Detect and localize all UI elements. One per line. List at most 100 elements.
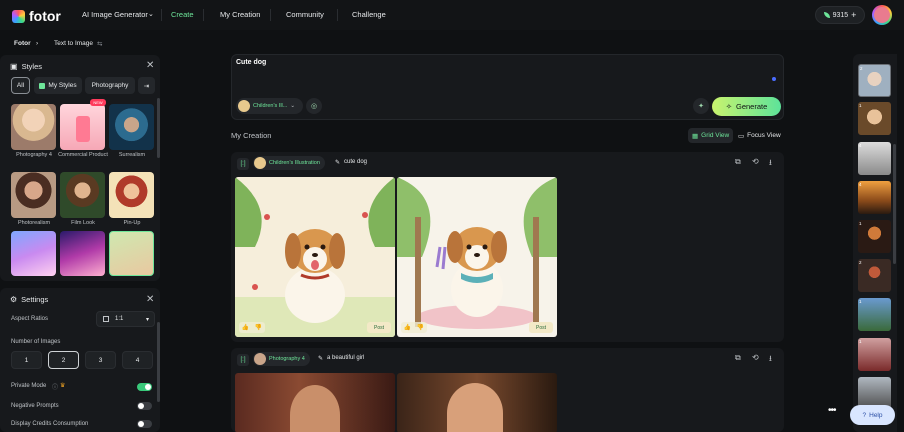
history-thumb[interactable]: 2 — [858, 64, 891, 97]
focus-view-label: Focus View — [747, 132, 781, 139]
settings-scrollbar[interactable] — [157, 322, 160, 402]
style-tag[interactable]: Photography 4 — [253, 352, 310, 366]
history-thumb[interactable]: 1 — [858, 220, 891, 253]
nav-my-creation[interactable]: My Creation — [220, 10, 260, 19]
style-tag[interactable]: Children's Illustration — [253, 156, 325, 170]
creation-card: [:] Photography 4 ✎ a beautiful girl ⧉ ⟲… — [231, 348, 784, 432]
num-images-4[interactable]: 4 — [122, 351, 153, 369]
display-credits-toggle[interactable] — [137, 420, 152, 428]
credits-pill[interactable]: 9315 + — [815, 6, 865, 24]
style-tag-label: Children's Illustration — [269, 160, 320, 166]
prompt-box[interactable]: Cute dog Children's Ill... ⌄ ◎ ✦ ✧ Gener… — [231, 54, 784, 120]
number-of-images-label: Number of Images — [11, 339, 61, 345]
plus-icon[interactable]: + — [851, 10, 856, 20]
help-button[interactable]: ? Help — [850, 405, 895, 425]
expand-icon[interactable]: [:] — [237, 354, 249, 366]
aspect-ratio-select[interactable]: 1:1 ▾ — [96, 311, 155, 327]
grid-view-label: Grid View — [701, 132, 730, 139]
thumbs-down-icon[interactable]: 👎 — [255, 324, 262, 331]
style-select-chip[interactable]: Children's Ill... ⌄ — [236, 98, 303, 114]
style-thumb-children-illustration[interactable] — [109, 231, 154, 276]
more-options-icon[interactable]: ••• — [828, 405, 836, 416]
num-images-3[interactable]: 3 — [85, 351, 116, 369]
generate-button[interactable]: ✧ Generate — [712, 97, 781, 116]
dog-illustration-1 — [235, 177, 395, 337]
history-thumb[interactable]: 1 — [858, 298, 891, 331]
prompt-text[interactable]: Cute dog — [236, 59, 266, 66]
nav-create[interactable]: Create — [171, 10, 194, 19]
creation-card: [:] Children's Illustration ✎ cute dog ⧉… — [231, 152, 784, 342]
history-thumb[interactable]: 2 — [858, 259, 891, 292]
style-thumb-film-look[interactable] — [60, 172, 105, 218]
copy-icon[interactable]: ⧉ — [735, 157, 741, 167]
post-button[interactable]: Post — [367, 322, 391, 333]
num-images-2[interactable]: 2 — [48, 351, 79, 369]
history-thumb[interactable]: 1 — [858, 102, 891, 135]
copy-icon[interactable]: ⧉ — [735, 353, 741, 363]
style-thumb-anime-2[interactable] — [60, 231, 105, 276]
remix-icon[interactable]: ⟲ — [752, 157, 759, 166]
close-icon[interactable]: ✕ — [146, 294, 154, 305]
generated-image[interactable] — [235, 373, 395, 432]
prompt-tag: a beautiful girl — [327, 355, 365, 361]
style-thumb-commercial-product[interactable] — [60, 104, 105, 150]
tab-all[interactable]: All — [11, 77, 30, 94]
history-scrollbar[interactable] — [893, 144, 896, 264]
thumbs-down-icon[interactable]: 👎 — [417, 324, 424, 331]
expand-icon[interactable]: [:] — [237, 158, 249, 170]
history-thumb[interactable]: 1 — [858, 338, 891, 371]
fotor-logo-icon — [12, 9, 25, 23]
style-thumb-photography-4[interactable] — [11, 104, 56, 150]
remix-icon[interactable]: ⟲ — [752, 353, 759, 362]
private-mode-toggle[interactable] — [137, 383, 152, 391]
thumbs-up-icon[interactable]: 👍 — [242, 324, 249, 331]
style-label: Commercial Product — [58, 152, 108, 158]
nav-challenge[interactable]: Challenge — [352, 10, 386, 19]
generated-image[interactable] — [397, 373, 557, 432]
settings-adjust-icon[interactable]: ◎ — [306, 98, 322, 114]
breadcrumb-home[interactable]: Fotor — [14, 40, 31, 47]
style-thumb-anime-1[interactable] — [11, 231, 56, 276]
style-chip-label: Children's Ill... — [253, 103, 288, 109]
generated-image[interactable]: 👍 👎 Post — [397, 177, 557, 337]
tab-photography[interactable]: Photography — [85, 77, 135, 94]
history-count: 1 — [859, 103, 862, 108]
num-images-1[interactable]: 1 — [11, 351, 42, 369]
user-avatar[interactable] — [872, 5, 892, 25]
negative-prompts-toggle[interactable] — [137, 402, 152, 410]
styles-scrollbar[interactable] — [157, 98, 160, 158]
switch-icon[interactable]: ⇆ — [97, 40, 102, 48]
rate-buttons[interactable]: 👍 👎 — [401, 322, 427, 333]
download-icon[interactable]: ⭳ — [769, 353, 772, 367]
info-icon[interactable]: ⓘ — [52, 382, 58, 391]
generated-image[interactable]: 👍 👎 Post — [235, 177, 395, 337]
post-button[interactable]: Post — [529, 322, 553, 333]
more-tabs-icon[interactable]: ⇥ — [138, 77, 155, 94]
history-thumb[interactable]: 4 — [858, 142, 891, 175]
fotor-logo[interactable]: fotor — [12, 8, 61, 24]
nav-ai-image-generator[interactable]: AI Image Generator — [82, 10, 148, 19]
grid-view-button[interactable]: ▦ Grid View — [688, 128, 734, 143]
styles-title: Styles — [21, 62, 42, 71]
thumbs-up-icon[interactable]: 👍 — [404, 324, 411, 331]
nav-community[interactable]: Community — [286, 10, 324, 19]
history-thumb[interactable]: 4 — [858, 181, 891, 214]
chevron-down-icon: ⌄ — [290, 103, 295, 109]
product-bottle — [76, 116, 90, 142]
styles-header: ▣ Styles — [10, 62, 42, 71]
history-count: 4 — [859, 143, 862, 148]
rate-buttons[interactable]: 👍 👎 — [239, 322, 265, 333]
style-thumb-pin-up[interactable] — [109, 172, 154, 218]
negative-prompts-label: Negative Prompts — [11, 403, 59, 409]
style-thumb-surrealism[interactable] — [109, 104, 154, 150]
download-icon[interactable]: ⭳ — [769, 157, 772, 171]
dog-illustration-2 — [397, 177, 557, 329]
divider — [203, 9, 204, 21]
chevron-down-icon[interactable]: ⌄ — [148, 10, 154, 18]
style-thumb-photorealism[interactable] — [11, 172, 56, 218]
tab-my-styles[interactable]: My Styles — [34, 77, 82, 94]
focus-view-button[interactable]: ▭ Focus View — [734, 128, 785, 143]
close-icon[interactable]: ✕ — [146, 60, 154, 71]
magic-wand-icon[interactable]: ✦ — [693, 98, 709, 114]
style-label: Pin-Up — [123, 220, 141, 226]
